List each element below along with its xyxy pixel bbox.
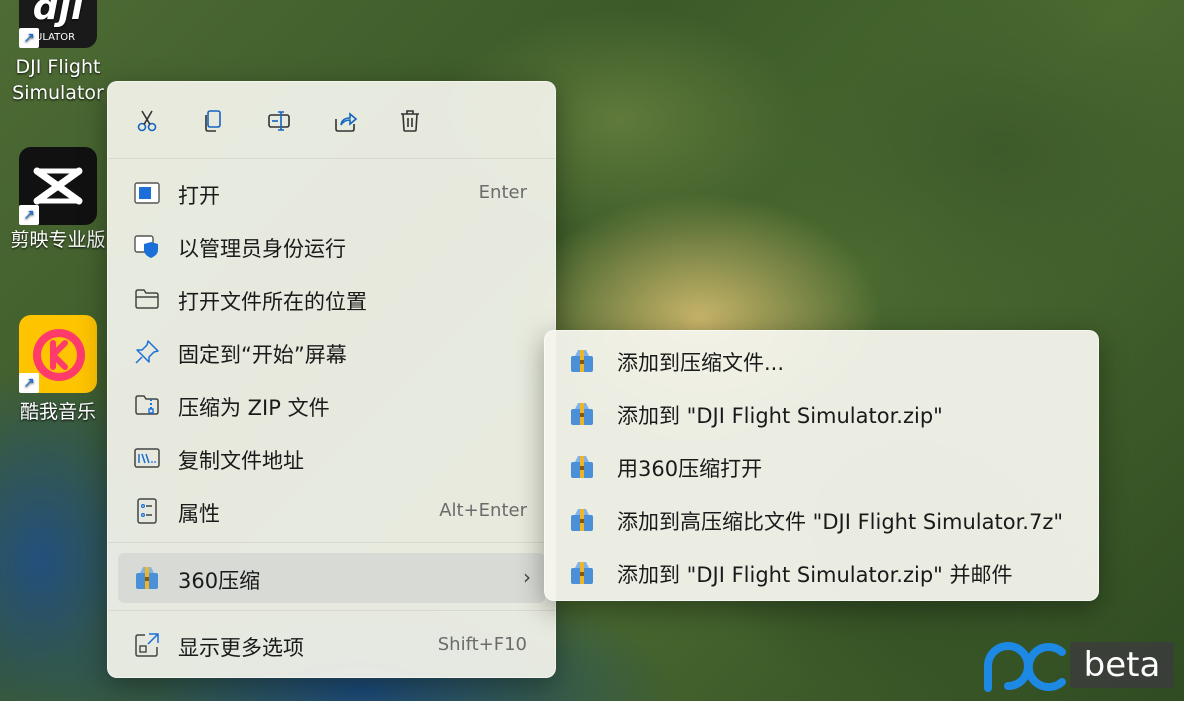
folder-icon xyxy=(135,289,159,309)
menu-item-open[interactable]: 打开 Enter xyxy=(118,168,545,218)
submenu-item-label: 用360压缩打开 xyxy=(617,457,763,481)
menu-divider xyxy=(108,158,555,159)
menu-item-pin-to-start[interactable]: 固定到“开始”屏幕 xyxy=(118,327,545,377)
desktop-icon-label: DJI Flight Simulator xyxy=(12,56,104,104)
desktop-icon-label: 剪映专业版 xyxy=(10,229,106,251)
360zip-icon xyxy=(571,403,593,425)
menu-item-360zip[interactable]: 360压缩 › xyxy=(118,553,545,603)
menu-item-label: 打开 xyxy=(178,184,220,208)
menu-item-run-as-admin[interactable]: 以管理员身份运行 xyxy=(118,221,545,271)
pcbeta-watermark: beta xyxy=(982,640,1178,692)
chevron-right-icon: › xyxy=(523,565,531,589)
desktop-icon-dji[interactable]: dji ULATOR ↗ DJI Flight Simulator xyxy=(8,0,108,106)
menu-item-label: 360压缩 xyxy=(178,569,261,593)
submenu-item-add-to-zip-and-email[interactable]: 添加到 "DJI Flight Simulator.zip" 并邮件 xyxy=(551,547,1092,597)
pin-icon xyxy=(135,340,159,364)
delete-icon xyxy=(401,110,419,132)
360zip-icon xyxy=(571,562,593,584)
menu-item-label: 以管理员身份运行 xyxy=(178,237,346,261)
360zip-icon xyxy=(571,509,593,531)
submenu-item-add-to-archive[interactable]: 添加到压缩文件... xyxy=(551,335,1092,385)
zip-folder-icon xyxy=(135,395,159,415)
rename-icon xyxy=(268,111,290,131)
open-app-icon xyxy=(134,182,160,204)
rename-button[interactable] xyxy=(260,102,298,140)
menu-item-label: 压缩为 ZIP 文件 xyxy=(178,396,330,420)
menu-item-shortcut: Enter xyxy=(478,182,527,203)
submenu-item-add-to-7z[interactable]: 添加到高压缩比文件 "DJI Flight Simulator.7z" xyxy=(551,494,1092,544)
submenu-item-label: 添加到 "DJI Flight Simulator.zip" xyxy=(617,404,943,428)
watermark-beta-text: beta xyxy=(1070,642,1174,688)
menu-divider xyxy=(108,542,555,543)
menu-item-show-more-options[interactable]: 显示更多选项 Shift+F10 xyxy=(118,620,545,670)
menu-item-compress-zip[interactable]: 压缩为 ZIP 文件 xyxy=(118,380,545,430)
menu-item-shortcut: Shift+F10 xyxy=(437,634,527,655)
menu-item-shortcut: Alt+Enter xyxy=(439,500,527,521)
shortcut-arrow-icon: ↗ xyxy=(19,28,39,48)
show-more-icon xyxy=(135,633,159,657)
menu-item-label: 打开文件所在的位置 xyxy=(178,290,367,314)
shortcut-arrow-icon: ↗ xyxy=(19,205,39,225)
cut-button[interactable] xyxy=(128,102,166,140)
admin-shield-icon xyxy=(134,235,158,258)
copy-icon xyxy=(205,110,221,132)
submenu-item-open-with-360[interactable]: 用360压缩打开 xyxy=(551,441,1092,491)
menu-item-label: 复制文件地址 xyxy=(178,449,304,473)
submenu-item-label: 添加到 "DJI Flight Simulator.zip" 并邮件 xyxy=(617,563,1013,587)
submenu-item-label: 添加到压缩文件... xyxy=(617,351,785,375)
shortcut-arrow-icon: ↗ xyxy=(19,373,39,393)
360zip-icon xyxy=(571,350,593,372)
share-button[interactable] xyxy=(326,102,364,140)
360zip-icon xyxy=(571,456,593,478)
delete-button[interactable] xyxy=(391,102,429,140)
cut-icon xyxy=(137,110,157,132)
dji-tile-text: ULATOR xyxy=(35,32,76,43)
menu-divider xyxy=(108,610,555,611)
submenu-360zip: 添加到压缩文件... 添加到 "DJI Flight Simulator.zip… xyxy=(544,330,1099,601)
context-menu: 打开 Enter 以管理员身份运行 打开文件所在的位置 固定到“开始”屏幕 压缩… xyxy=(107,81,556,678)
menu-item-label: 属性 xyxy=(178,502,220,526)
menu-item-label: 显示更多选项 xyxy=(178,636,304,660)
desktop-icon-kuwo[interactable]: ↗ 酷我音乐 xyxy=(8,315,108,425)
desktop-icon-capcut[interactable]: ↗ 剪映专业版 xyxy=(8,147,108,253)
capcut-app-icon: ↗ xyxy=(19,147,97,225)
360zip-icon xyxy=(136,567,158,589)
menu-item-properties[interactable]: 属性 Alt+Enter xyxy=(118,486,545,536)
context-menu-toolbar xyxy=(108,82,555,158)
copy-path-icon xyxy=(134,448,160,468)
share-icon xyxy=(335,112,357,132)
submenu-item-add-to-zip[interactable]: 添加到 "DJI Flight Simulator.zip" xyxy=(551,388,1092,438)
desktop-icon-label: 酷我音乐 xyxy=(19,401,96,423)
kuwo-music-app-icon: ↗ xyxy=(19,315,97,393)
dji-app-icon: dji ULATOR ↗ xyxy=(19,0,97,48)
menu-item-label: 固定到“开始”屏幕 xyxy=(178,343,347,367)
properties-icon xyxy=(137,498,157,524)
copy-button[interactable] xyxy=(194,102,232,140)
submenu-item-label: 添加到高压缩比文件 "DJI Flight Simulator.7z" xyxy=(617,510,1064,534)
menu-item-open-file-location[interactable]: 打开文件所在的位置 xyxy=(118,274,545,324)
pcbeta-logo-icon xyxy=(984,642,1066,692)
menu-item-copy-path[interactable]: 复制文件地址 xyxy=(118,433,545,483)
